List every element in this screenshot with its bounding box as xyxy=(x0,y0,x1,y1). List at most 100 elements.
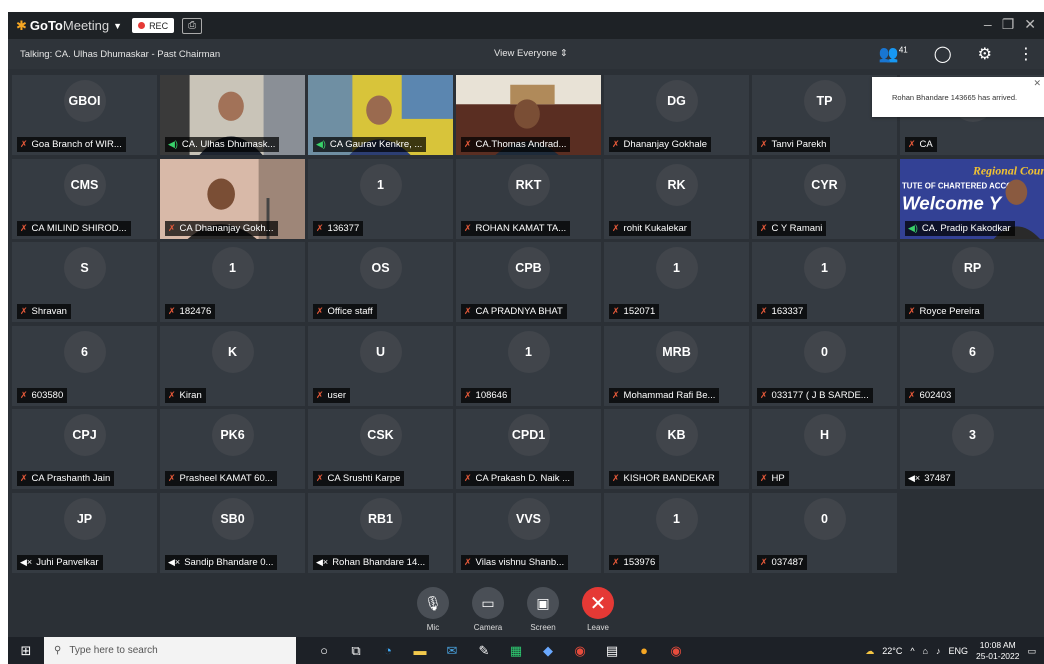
pen-icon[interactable]: ✎ xyxy=(476,643,492,659)
participant-tile[interactable]: 1 ✗ 108646 xyxy=(455,324,602,407)
gotomeeting-taskbar-icon[interactable]: ● xyxy=(636,643,652,659)
participant-tile[interactable]: U ✗ user xyxy=(307,324,454,407)
participant-tile[interactable]: ◀) CA Gaurav Kenkre, ... xyxy=(307,74,454,156)
participant-tile[interactable]: DG ✗ Dhananjay Gokhale xyxy=(603,74,750,156)
participant-tile[interactable]: VVS ✗ Vilas vishnu Shanb... xyxy=(455,491,602,574)
notification-center-icon[interactable]: ▭ xyxy=(1027,646,1036,657)
mic-muted-icon: ✗ xyxy=(760,473,768,483)
mic-muted-icon: ✗ xyxy=(316,473,324,483)
close-icon[interactable]: ✕ xyxy=(1024,16,1036,33)
participant-tile[interactable]: 1 ✗ 153976 xyxy=(603,491,750,574)
participant-name: Royce Pereira xyxy=(919,306,980,317)
minimize-icon[interactable]: – xyxy=(984,16,992,33)
participant-tile[interactable]: 6 ✗ 602403 xyxy=(899,324,1044,407)
chrome-profile-icon[interactable]: ◉ xyxy=(668,643,684,659)
participant-tile[interactable]: CPJ ✗ CA Prashanth Jain xyxy=(11,408,158,490)
participant-tile[interactable]: RP ✗ Royce Pereira xyxy=(899,241,1044,323)
participant-tile[interactable]: MRB ✗ Mohammad Rafi Be... xyxy=(603,324,750,407)
participant-avatar: 3 xyxy=(951,414,994,456)
participant-name-label: ✗ 603580 xyxy=(17,387,68,403)
participant-tile[interactable]: GBOI ✗ Goa Branch of WIR... xyxy=(11,74,158,156)
participant-tile[interactable]: RK ✗ rohit Kukalekar xyxy=(603,157,750,240)
excel-icon[interactable]: ▦ xyxy=(508,643,524,659)
participant-tile[interactable]: PK6 ✗ Prasheel KAMAT 60... xyxy=(159,408,306,490)
recording-button[interactable]: REC xyxy=(132,18,175,33)
participant-avatar: 6 xyxy=(63,330,106,373)
participant-tile[interactable]: CYR ✗ C Y Ramani xyxy=(751,157,898,240)
language-indicator[interactable]: ENG xyxy=(948,646,968,656)
participant-tile[interactable]: RB1 ◀× Rohan Bhandare 14... xyxy=(307,491,454,574)
participant-tile[interactable]: 6 ✗ 603580 xyxy=(11,324,158,407)
taskbar-search[interactable]: ⚲ Type here to search xyxy=(44,637,296,664)
tray-chevron-icon[interactable]: ^ xyxy=(910,646,914,656)
participant-avatar: CPB xyxy=(507,247,550,289)
participant-tile[interactable]: OS ✗ Office staff xyxy=(307,241,454,323)
banner-line2: TUTE OF CHARTERED ACCOUN xyxy=(902,181,1024,190)
title-bar: ✱ GoTo Meeting ▼ REC ⎙ – ❐ ✕ xyxy=(8,12,1044,39)
participant-name-label: ◀× Sandip Bhandare 0... xyxy=(165,554,278,570)
participant-avatar: 0 xyxy=(803,497,846,540)
participant-tile[interactable]: CPD1 ✗ CA Prakash D. Naik ... xyxy=(455,408,602,490)
restore-icon[interactable]: ❐ xyxy=(1002,16,1015,33)
participant-tile[interactable]: ◀) CA. Ulhas Dhumask... xyxy=(159,74,306,156)
participant-tile[interactable]: H ✗ HP xyxy=(751,408,898,490)
file-explorer-icon[interactable]: ▬ xyxy=(412,643,428,659)
mic-muted-icon: ✗ xyxy=(760,556,768,567)
participant-name: user xyxy=(327,389,347,401)
windows-start-icon[interactable]: ⊞ xyxy=(8,643,44,659)
task-view-icon[interactable]: ⧉ xyxy=(348,643,364,659)
participant-tile[interactable]: JP ◀× Juhi Panvelkar xyxy=(11,491,158,574)
edge-icon[interactable]: ◔ xyxy=(380,643,396,659)
close-notification-icon[interactable]: ✕ xyxy=(1033,78,1041,89)
participant-tile[interactable]: KB ✗ KISHOR BANDEKAR xyxy=(603,408,750,490)
leave-button[interactable]: ✕ Leave xyxy=(575,587,621,632)
participant-tile[interactable]: 1 ✗ 163337 xyxy=(751,241,898,323)
participant-name-label: ✗ C Y Ramani xyxy=(757,220,827,236)
participant-tile[interactable]: CSK ✗ CA Srushti Karpe xyxy=(307,408,454,490)
participant-tile[interactable]: S ✗ Shravan xyxy=(11,241,158,323)
participant-tile[interactable]: ✗ CA Dhananjay Gokh... xyxy=(159,157,306,240)
participant-tile[interactable]: CMS ✗ CA MILIND SHIROD... xyxy=(11,157,158,240)
mail-icon[interactable]: ✉ xyxy=(444,643,460,659)
participant-tile[interactable]: CPB ✗ CA PRADNYA BHAT xyxy=(455,241,602,323)
participant-tile[interactable]: Regional Council of TUTE OF CHARTERED ACC… xyxy=(899,157,1044,240)
participant-tile[interactable]: 1 ✗ 136377 xyxy=(307,157,454,240)
app-icon[interactable]: ◆ xyxy=(540,643,556,659)
attendees-button[interactable]: 👥41 xyxy=(879,44,908,64)
chrome-icon[interactable]: ◉ xyxy=(572,643,588,659)
volume-icon[interactable]: ♪ xyxy=(936,646,941,656)
clock[interactable]: 10:08 AM 25-01-2022 xyxy=(976,640,1019,662)
participant-name-label: ✗ Shravan xyxy=(17,304,71,319)
participant-tile[interactable]: SB0 ◀× Sandip Bhandare 0... xyxy=(159,491,306,574)
settings-gear-icon[interactable]: ⚙ xyxy=(978,44,992,64)
participant-avatar: 6 xyxy=(951,330,994,373)
screen-button[interactable]: ▣ Screen xyxy=(520,587,566,632)
more-menu-icon[interactable]: ⋮ xyxy=(1018,44,1034,64)
share-screen-icon[interactable]: ⎙ xyxy=(182,17,203,34)
view-selector[interactable]: View Everyone ⇕ xyxy=(494,48,568,59)
network-icon[interactable]: ⌂ xyxy=(923,646,928,656)
mic-muted-icon: ✗ xyxy=(612,473,620,483)
participant-name: Kiran xyxy=(179,389,202,401)
participant-name-label: ✗ 152071 xyxy=(609,304,660,319)
participant-tile[interactable]: 1 ✗ 182476 xyxy=(159,241,306,323)
participant-tile[interactable]: K ✗ Kiran xyxy=(159,324,306,407)
chat-icon[interactable]: ◯ xyxy=(934,44,952,64)
participant-tile[interactable]: RKT ✗ ROHAN KAMAT TA... xyxy=(455,157,602,240)
participant-tile[interactable]: 0 ✗ 033177 ( J B SARDE... xyxy=(751,324,898,407)
weather-temp[interactable]: 22°C xyxy=(882,646,902,656)
participant-tile[interactable]: ✗ CA.Thomas Andrad... xyxy=(455,74,602,156)
app-menu-button[interactable]: ✱ GoTo Meeting ▼ xyxy=(16,18,122,34)
participant-name: 182476 xyxy=(179,306,212,317)
participant-tile[interactable]: 0 ✗ 037487 xyxy=(751,491,898,574)
mic-button[interactable]: 🎙 Mic xyxy=(410,587,456,632)
participant-tile[interactable]: 1 ✗ 152071 xyxy=(603,241,750,323)
participant-tile[interactable]: 3 ◀× 37487 xyxy=(899,408,1044,490)
cortana-icon[interactable]: ○ xyxy=(316,643,332,659)
calendar-icon[interactable]: ▤ xyxy=(604,643,620,659)
camera-button[interactable]: ▭ Camera xyxy=(465,587,511,632)
mic-muted-icon: ✗ xyxy=(760,222,768,233)
participant-name: C Y Ramani xyxy=(771,222,823,234)
mic-muted-icon: ✗ xyxy=(168,306,176,316)
participant-name-label: ✗ user xyxy=(313,387,351,403)
